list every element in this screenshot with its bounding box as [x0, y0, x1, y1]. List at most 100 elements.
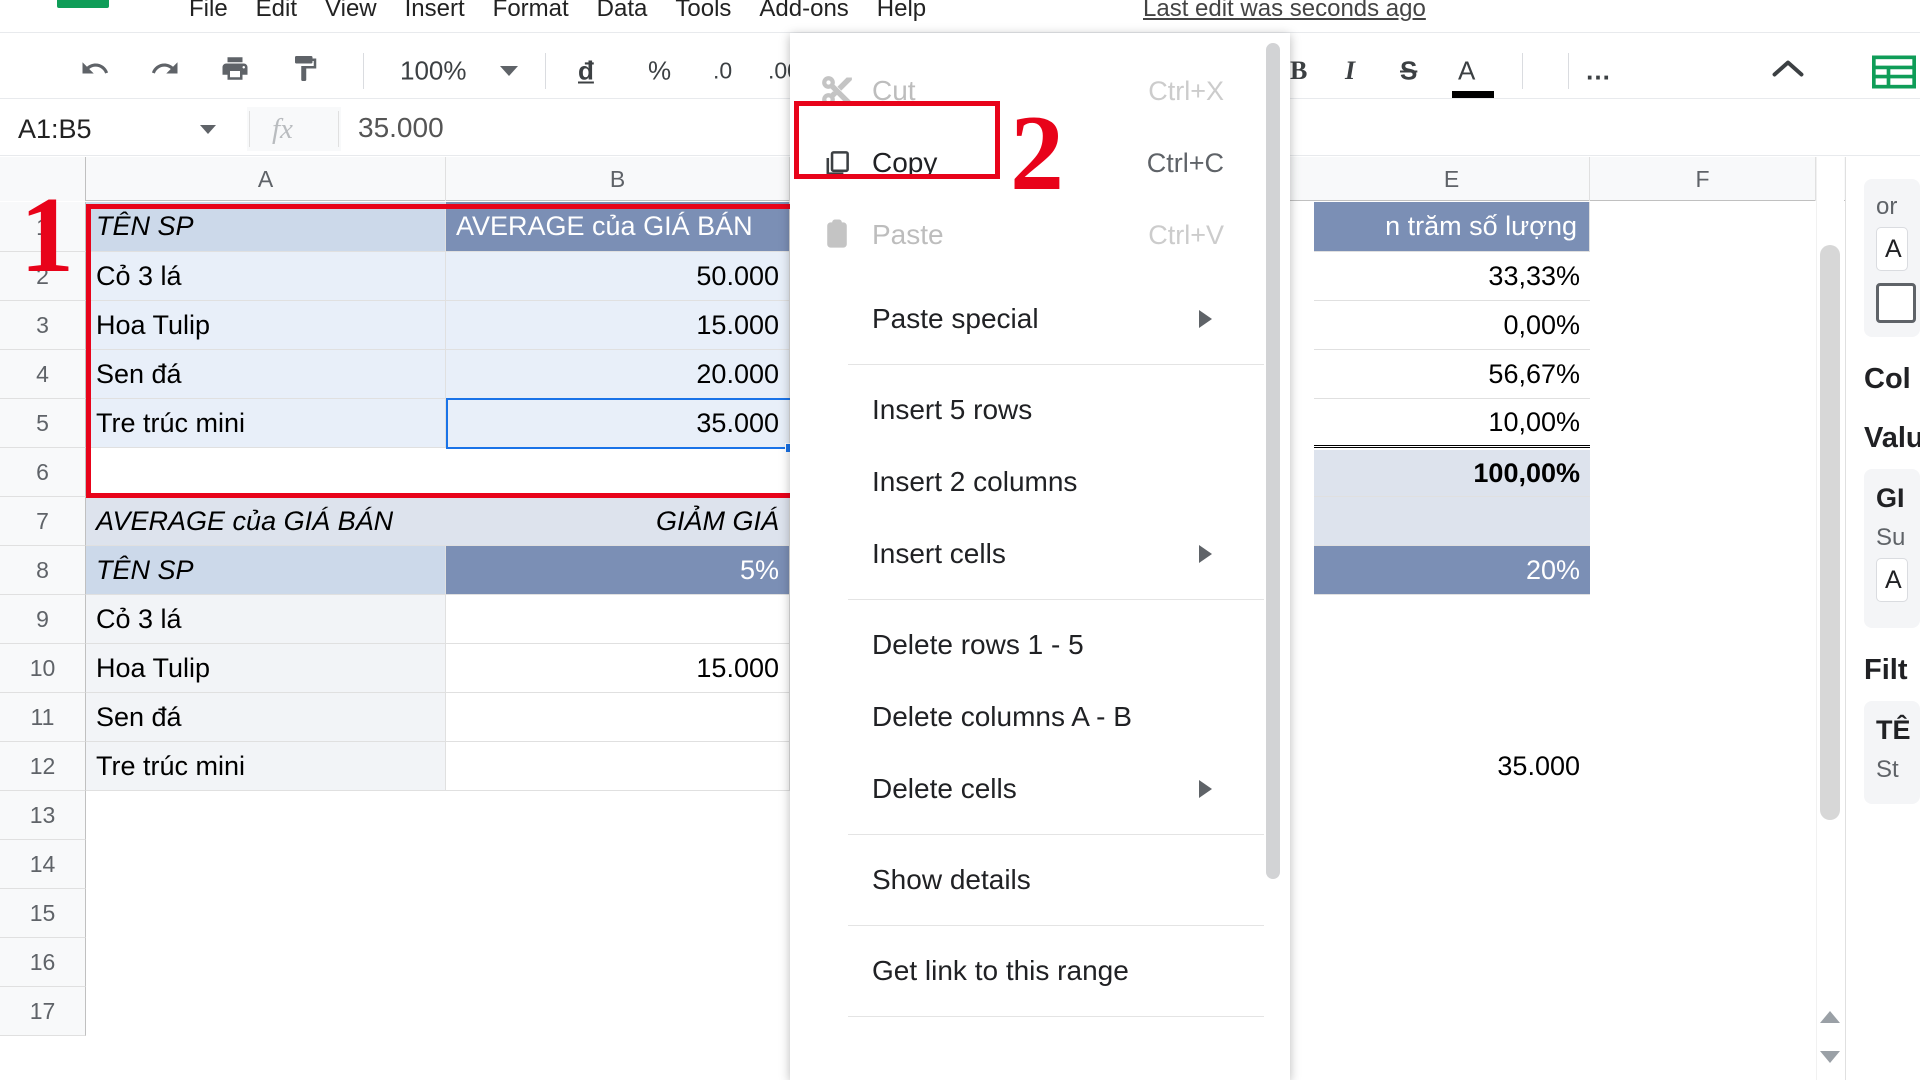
row-header-12[interactable]: 12 — [0, 742, 86, 791]
scroll-up-button[interactable] — [1818, 1000, 1842, 1034]
context-menu-item-delete-cells[interactable]: Delete cells — [790, 753, 1290, 825]
cell-a8[interactable]: TÊN SP — [86, 546, 446, 595]
row-header-7[interactable]: 7 — [0, 497, 86, 546]
row-header-13[interactable]: 13 — [0, 791, 86, 840]
zoom-caret-icon[interactable] — [500, 66, 518, 76]
row-header-3[interactable]: 3 — [0, 301, 86, 350]
cell-a2[interactable]: Cỏ 3 lá — [86, 252, 446, 301]
paint-format-icon[interactable] — [288, 54, 322, 89]
row-header-11[interactable]: 11 — [0, 693, 86, 742]
cell-e3[interactable]: 0,00% — [1314, 301, 1590, 350]
cell-e12[interactable]: 35.000 — [1314, 742, 1590, 791]
context-menu-scrollbar[interactable] — [1266, 43, 1280, 879]
text-color-button[interactable]: A — [1458, 56, 1475, 87]
cell-b1[interactable]: AVERAGE của GIÁ BÁN — [446, 202, 790, 252]
cell-e5[interactable]: 10,00% — [1314, 399, 1590, 448]
context-menu-label-delete-columns: Delete columns A - B — [872, 701, 1132, 732]
cell-e4[interactable]: 56,67% — [1314, 350, 1590, 399]
context-menu-item-delete-columns[interactable]: Delete columns A - B — [790, 681, 1290, 753]
context-menu-item-get-link[interactable]: Get link to this range — [790, 935, 1290, 1007]
context-menu-label-insert-cells: Insert cells — [872, 538, 1006, 569]
cell-a3[interactable]: Hoa Tulip — [86, 301, 446, 350]
row-header-4[interactable]: 4 — [0, 350, 86, 399]
pivot-value-summarize-input[interactable]: A — [1876, 558, 1908, 602]
context-menu-item-insert-rows[interactable]: Insert 5 rows — [790, 374, 1290, 446]
menu-item-file[interactable]: File — [175, 0, 242, 24]
cell-a12[interactable]: Tre trúc mini — [86, 742, 446, 791]
menu-item-view[interactable]: View — [311, 0, 391, 24]
cell-b3[interactable]: 15.000 — [446, 301, 790, 350]
cell-b2[interactable]: 50.000 — [446, 252, 790, 301]
row-header-14[interactable]: 14 — [0, 840, 86, 889]
row-header-15[interactable]: 15 — [0, 889, 86, 938]
zoom-level[interactable]: 100% — [400, 56, 467, 87]
row-header-10[interactable]: 10 — [0, 644, 86, 693]
bold-button[interactable]: B — [1290, 56, 1307, 86]
context-menu-item-insert-cells[interactable]: Insert cells — [790, 518, 1290, 590]
cell-b4[interactable]: 20.000 — [446, 350, 790, 399]
cell-a4[interactable]: Sen đá — [86, 350, 446, 399]
clipboard-icon — [820, 215, 872, 255]
last-edit-status[interactable]: Last edit was seconds ago — [1143, 0, 1426, 24]
menu-item-addons[interactable]: Add-ons — [745, 0, 862, 24]
cell-a5[interactable]: Tre trúc mini — [86, 399, 446, 448]
more-options-button[interactable]: … — [1585, 56, 1614, 87]
percent-format-button[interactable]: % — [648, 56, 671, 87]
menu-item-help[interactable]: Help — [863, 0, 940, 24]
name-box[interactable]: A1:B5 — [18, 112, 218, 146]
menu-item-data[interactable]: Data — [583, 0, 662, 24]
cell-e8[interactable]: 20% — [1314, 546, 1590, 595]
menu-item-format[interactable]: Format — [479, 0, 583, 24]
row-header-5[interactable]: 5 — [0, 399, 86, 448]
strikethrough-button[interactable]: S — [1400, 56, 1417, 87]
pivot-value-card-title: GI — [1876, 483, 1905, 513]
cell-a9[interactable]: Cỏ 3 lá — [86, 595, 446, 644]
cell-a7[interactable]: AVERAGE của GIÁ BÁN GIẢM GIÁ — [86, 497, 790, 546]
cell-b9[interactable] — [446, 595, 790, 644]
menu-item-tools[interactable]: Tools — [661, 0, 745, 24]
row-header-6[interactable]: 6 — [0, 448, 86, 497]
chevron-up-icon[interactable] — [1770, 58, 1806, 85]
context-menu-item-show-details[interactable]: Show details — [790, 844, 1290, 916]
row-header-9[interactable]: 9 — [0, 595, 86, 644]
cell-e6-total[interactable]: 100,00% — [1314, 450, 1590, 497]
pivot-value-card: GI Su A — [1864, 469, 1920, 628]
copy-icon — [820, 143, 872, 183]
cell-e1[interactable]: n trăm số lượng — [1314, 202, 1590, 252]
pivot-rows-input[interactable]: A — [1876, 227, 1908, 271]
cell-e7[interactable] — [1314, 497, 1590, 546]
decrease-decimal-button[interactable]: .0 — [713, 58, 732, 85]
currency-format-button[interactable]: đ — [578, 56, 594, 87]
cell-b12[interactable] — [446, 742, 790, 791]
undo-icon[interactable] — [78, 54, 112, 89]
cell-b10[interactable]: 15.000 — [446, 644, 790, 693]
cell-a11[interactable]: Sen đá — [86, 693, 446, 742]
italic-button[interactable]: I — [1345, 56, 1355, 86]
context-menu-item-delete-rows[interactable]: Delete rows 1 - 5 — [790, 609, 1290, 681]
name-box-caret-icon[interactable] — [200, 125, 216, 134]
column-header-a[interactable]: A — [86, 157, 446, 201]
context-menu-item-paste-special[interactable]: Paste special — [790, 283, 1290, 355]
row-header-17[interactable]: 17 — [0, 987, 86, 1036]
cell-b8[interactable]: 5% — [446, 546, 790, 595]
pivot-rows-checkbox[interactable] — [1876, 283, 1916, 323]
scroll-down-button[interactable] — [1818, 1040, 1842, 1074]
column-header-f[interactable]: F — [1590, 157, 1816, 201]
redo-icon[interactable] — [148, 54, 182, 89]
column-header-b[interactable]: B — [446, 157, 790, 201]
row-header-8[interactable]: 8 — [0, 546, 86, 595]
column-header-e[interactable]: E — [1314, 157, 1590, 201]
pivot-filter-card: TÊ St — [1864, 701, 1920, 804]
formula-input[interactable]: 35.000 — [358, 111, 444, 145]
context-menu-item-insert-columns[interactable]: Insert 2 columns — [790, 446, 1290, 518]
cell-a1[interactable]: TÊN SP — [86, 202, 446, 252]
print-icon[interactable] — [218, 54, 252, 89]
pivot-value-summarize-label: Su — [1876, 524, 1906, 551]
cell-a10[interactable]: Hoa Tulip — [86, 644, 446, 693]
menu-item-insert[interactable]: Insert — [391, 0, 479, 24]
row-header-16[interactable]: 16 — [0, 938, 86, 987]
cell-b11[interactable] — [446, 693, 790, 742]
vertical-scrollbar-thumb[interactable] — [1820, 245, 1840, 820]
menu-item-edit[interactable]: Edit — [242, 0, 311, 24]
cell-e2[interactable]: 33,33% — [1314, 252, 1590, 301]
